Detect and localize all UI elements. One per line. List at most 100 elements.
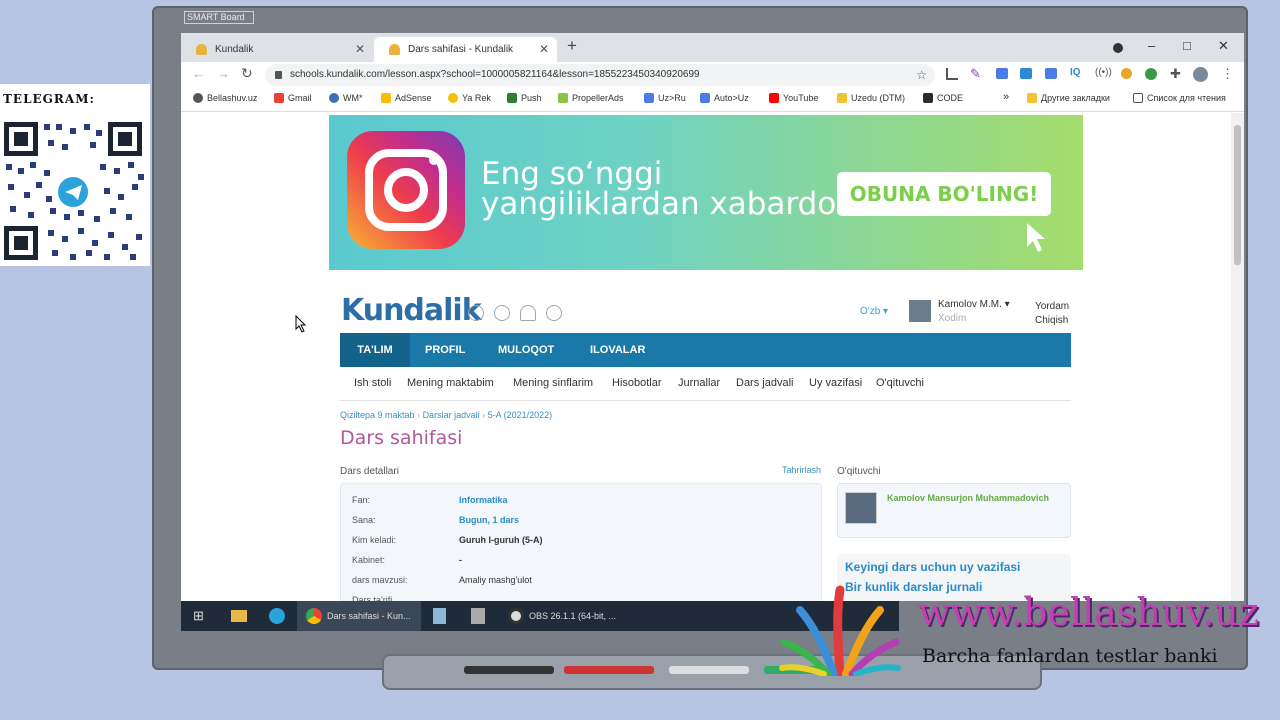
maximize-button[interactable]: □ bbox=[1183, 38, 1191, 53]
nav-profil[interactable]: PROFIL bbox=[425, 333, 465, 367]
avatar[interactable] bbox=[909, 300, 931, 322]
breadcrumb-schedule[interactable]: Darslar jadvali bbox=[423, 410, 480, 420]
bookmark-item[interactable]: WM* bbox=[329, 93, 363, 103]
close-window-button[interactable]: ✕ bbox=[1218, 38, 1229, 54]
chart-extension-icon[interactable] bbox=[946, 68, 958, 80]
profile-avatar-icon[interactable] bbox=[1193, 67, 1208, 82]
screenshot-extension-icon[interactable] bbox=[1020, 68, 1032, 79]
subnav-uy-vazifasi[interactable]: Uy vazifasi bbox=[809, 377, 862, 389]
iq-extension-icon[interactable]: IQ bbox=[1070, 67, 1081, 78]
bell-icon[interactable] bbox=[520, 305, 536, 321]
chat-icon[interactable] bbox=[468, 305, 484, 321]
person-extension-icon[interactable] bbox=[1121, 68, 1132, 79]
subnav-mening-maktabim[interactable]: Mening maktabim bbox=[407, 377, 494, 389]
user-icon[interactable] bbox=[494, 305, 510, 321]
star-icon[interactable]: ☆ bbox=[916, 64, 927, 86]
bookmark-item[interactable]: Gmail bbox=[274, 93, 312, 103]
bookmark-item[interactable]: YouTube bbox=[769, 93, 818, 103]
breadcrumb-class[interactable]: 5-A (2021/2022) bbox=[488, 410, 553, 420]
bookmark-item[interactable]: Bellashuv.uz bbox=[193, 93, 257, 103]
bookmark-item[interactable]: Uz>Ru bbox=[644, 93, 686, 103]
detail-subject[interactable]: Informatika bbox=[459, 495, 508, 505]
scrollbar[interactable] bbox=[1231, 113, 1244, 601]
breadcrumb: Qiziltepa 9 maktab › Darslar jadvali › 5… bbox=[340, 410, 553, 420]
calculator-icon[interactable] bbox=[471, 608, 485, 624]
site-watermark: www.bellashuv.uz bbox=[918, 590, 1259, 634]
kundalik-logo[interactable]: Kundalik bbox=[341, 293, 482, 328]
puzzle-extensions-icon[interactable]: ✚ bbox=[1170, 66, 1181, 82]
subnav-ish-stoli[interactable]: Ish stoli bbox=[354, 377, 391, 389]
scrollbar-thumb[interactable] bbox=[1234, 125, 1241, 265]
google-translate-icon[interactable] bbox=[1045, 68, 1057, 79]
chrome-taskbar-item[interactable]: Dars sahifasi - Kun... bbox=[297, 601, 421, 631]
banner-text: Eng so‘nggi yangiliklardan xabardor bbox=[481, 156, 850, 222]
subnav-jurnallar[interactable]: Jurnallar bbox=[678, 377, 720, 389]
bookmark-item[interactable]: Ya Rek bbox=[448, 93, 491, 103]
minimize-button[interactable]: – bbox=[1148, 38, 1155, 53]
sub-nav: Ish stoli Mening maktabim Mening sinflar… bbox=[340, 367, 1071, 401]
bookmark-item[interactable]: Push bbox=[507, 93, 542, 103]
user-role: Xodim bbox=[938, 313, 967, 324]
telegram-icon[interactable] bbox=[269, 608, 285, 624]
forward-icon[interactable]: → bbox=[217, 66, 230, 81]
notepad-icon[interactable] bbox=[433, 608, 446, 624]
bookmark-item[interactable]: Uzedu (DTM) bbox=[837, 93, 905, 103]
tab-dars-sahifasi[interactable]: Dars sahifasi - Kundalik ✕ bbox=[374, 37, 557, 62]
tab-title: Dars sahifasi - Kundalik bbox=[408, 44, 514, 55]
subnav-oqituvchi[interactable]: O'qituvchi bbox=[876, 377, 924, 389]
folder-icon bbox=[1027, 93, 1037, 103]
translate-extension-icon[interactable] bbox=[996, 68, 1008, 79]
edit-link[interactable]: Tahrirlash bbox=[782, 465, 821, 475]
subnav-mening-sinflarim[interactable]: Mening sinflarim bbox=[513, 377, 593, 389]
language-select[interactable]: O'zb ▾ bbox=[860, 306, 888, 317]
teacher-heading: O'qituvchi bbox=[837, 466, 881, 477]
logout-link[interactable]: Chiqish bbox=[1035, 315, 1068, 326]
teacher-name[interactable]: Kamolov Mansurjon Muhammadovich bbox=[887, 493, 1049, 503]
reading-list[interactable]: Список для чтения bbox=[1133, 93, 1226, 103]
back-icon[interactable]: ← bbox=[192, 66, 205, 81]
new-tab-button[interactable]: + bbox=[567, 36, 577, 56]
address-bar[interactable]: schools.kundalik.com/lesson.aspx?school=… bbox=[265, 64, 935, 86]
menu-kebab-icon[interactable]: ⋮ bbox=[1221, 66, 1234, 82]
tab-kundalik[interactable]: Kundalik ✕ bbox=[181, 37, 373, 62]
bookmarks-more-button[interactable]: » bbox=[1003, 91, 1009, 103]
obs-taskbar-item[interactable]: OBS 26.1.1 (64-bit, ... bbox=[499, 601, 623, 631]
telegram-qr-panel bbox=[0, 84, 150, 266]
next-homework-link[interactable]: Keyingi dars uchun uy vazifasi bbox=[845, 560, 1020, 574]
help-link[interactable]: Yordam bbox=[1035, 301, 1069, 312]
detail-key: Kim keladi: bbox=[352, 535, 397, 545]
globe-extension-icon[interactable] bbox=[1145, 68, 1157, 80]
wireless-extension-icon[interactable]: ((•)) bbox=[1095, 67, 1112, 78]
breadcrumb-school[interactable]: Qiziltepa 9 maktab bbox=[340, 410, 415, 420]
file-explorer-icon[interactable] bbox=[231, 610, 247, 622]
site-tagline: Barcha fanlardan testlar banki bbox=[922, 645, 1218, 667]
reload-icon[interactable]: ↻ bbox=[241, 65, 253, 82]
bookmark-icon bbox=[193, 93, 203, 103]
chrome-taskbar-label: Dars sahifasi - Kun... bbox=[327, 611, 411, 621]
windows-start-icon[interactable]: ⊞ bbox=[193, 601, 204, 631]
detail-date[interactable]: Bugun, 1 dars bbox=[459, 515, 519, 525]
bookmark-item[interactable]: AdSense bbox=[381, 93, 432, 103]
tab-strip: Kundalik ✕ Dars sahifasi - Kundalik ✕ + … bbox=[181, 33, 1244, 62]
profile-menu-icon[interactable] bbox=[1113, 43, 1123, 53]
nav-ilovalar[interactable]: ILOVALAR bbox=[590, 333, 645, 367]
instagram-banner[interactable]: Eng so‘nggi yangiliklardan xabardor OBUN… bbox=[329, 115, 1083, 270]
nav-talim[interactable]: TA'LIM bbox=[340, 333, 410, 367]
subnav-dars-jadvali[interactable]: Dars jadvali bbox=[736, 377, 793, 389]
nav-muloqot[interactable]: MULOQOT bbox=[498, 333, 554, 367]
subscribe-button[interactable]: OBUNA BO'LING! bbox=[837, 172, 1051, 216]
bookmark-item[interactable]: CODE bbox=[923, 93, 963, 103]
pen-extension-icon[interactable]: ✎ bbox=[970, 66, 981, 82]
subnav-hisobotlar[interactable]: Hisobotlar bbox=[612, 377, 662, 389]
folder-icon bbox=[837, 93, 847, 103]
lesson-details-panel: Fan: Informatika Sana: Bugun, 1 dars Kim… bbox=[340, 483, 822, 601]
other-bookmarks[interactable]: Другие закладки bbox=[1027, 93, 1110, 103]
globe-icon[interactable] bbox=[546, 305, 562, 321]
yandex-icon bbox=[448, 93, 458, 103]
teacher-photo[interactable] bbox=[845, 492, 877, 524]
bookmark-item[interactable]: PropellerAds bbox=[558, 93, 624, 103]
close-tab-icon[interactable]: ✕ bbox=[355, 37, 365, 62]
close-tab-icon[interactable]: ✕ bbox=[539, 37, 549, 62]
user-name[interactable]: Kamolov M.M. ▾ bbox=[938, 299, 1010, 310]
bookmark-item[interactable]: Auto>Uz bbox=[700, 93, 749, 103]
